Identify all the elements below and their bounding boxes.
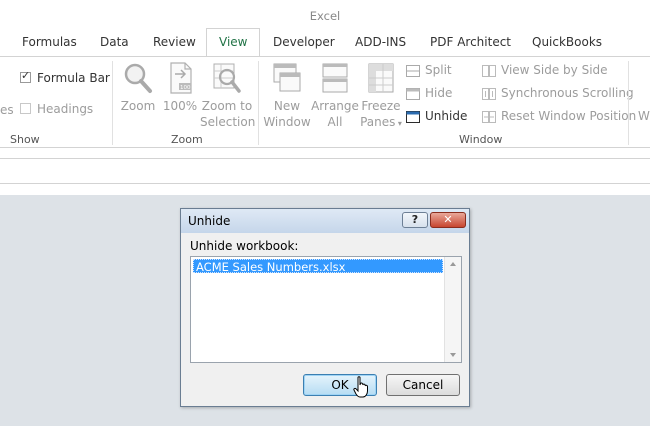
title-bar: Excel [0,0,650,28]
group-label-show: Show [10,133,40,146]
panes-label: Panes [360,115,396,129]
group-label-zoom: Zoom [171,133,203,146]
workbook-listbox[interactable]: ACME Sales Numbers.xlsx [190,256,462,363]
partial-gridlines-label: es [0,103,14,117]
formula-bar-label[interactable]: Formula Bar [37,71,110,85]
scroll-up-arrow-icon[interactable] [450,262,456,266]
side-by-side-icon [482,65,496,77]
dropdown-arrow-icon: ▾ [395,119,402,128]
dialog-title-bar[interactable]: Unhide ? ✕ [181,209,469,233]
arrange-all-icon [322,63,348,93]
tab-data[interactable]: Data [100,28,129,56]
new-window-button[interactable]: New Window [262,61,312,130]
view-side-by-side-button[interactable]: View Side by Side [501,63,608,77]
window-label: Window [263,115,311,129]
formula-bar-area [0,148,650,195]
zoom-selection-icon [213,63,241,93]
unhide-workbook-label: Unhide workbook: [190,239,299,253]
zoom-label: Zoom [120,99,156,113]
hand-cursor-icon [353,376,368,398]
partial-switch-windows-label: W [638,109,650,123]
zoom-100-icon: 100 [170,62,192,94]
formula-bar-checkbox[interactable] [20,69,31,83]
hide-button[interactable]: Hide [425,86,452,100]
tab-add-ins[interactable]: ADD-INS [355,28,406,56]
tab-pdf-architect[interactable]: PDF Architect [430,28,511,56]
freeze-panes-icon [368,63,394,93]
zoom-100-label: 100% [162,99,198,113]
list-item[interactable]: ACME Sales Numbers.xlsx [193,259,443,274]
zoom-to-label: Zoom to [201,99,253,113]
headings-label[interactable]: Headings [37,102,93,116]
headings-checkbox[interactable] [20,103,31,114]
group-label-window: Window [459,133,503,146]
all-label: All [327,115,343,129]
dialog-title: Unhide [188,214,231,228]
arrange-all-button[interactable]: Arrange All [311,61,359,130]
tab-quickbooks[interactable]: QuickBooks [532,28,602,56]
new-window-icon [273,63,301,92]
ribbon: es Formula Bar Headings Show Zoom 100 10… [0,56,650,148]
unhide-icon [406,111,420,123]
unhide-button[interactable]: Unhide [425,109,467,123]
sync-scroll-icon [482,88,496,100]
scroll-down-arrow-icon[interactable] [450,353,456,357]
freeze-panes-button[interactable]: Freeze Panes ▾ [358,61,404,132]
tab-developer[interactable]: Developer [273,28,335,56]
hide-icon [406,88,420,100]
unhide-dialog: Unhide ? ✕ Unhide workbook: ACME Sales N… [180,208,470,407]
svg-text:100: 100 [180,85,191,91]
split-button[interactable]: Split [425,63,452,77]
tab-review[interactable]: Review [153,28,196,56]
group-separator [628,61,629,145]
split-icon [406,65,420,77]
new-label: New [273,99,301,113]
reset-window-icon [482,111,496,123]
freeze-label: Freeze [361,99,401,113]
reset-window-position-button[interactable]: Reset Window Position [501,109,636,123]
group-separator [112,61,113,145]
magnifier-icon [124,63,152,93]
zoom-button[interactable]: Zoom [118,61,158,114]
ribbon-tabs: Formulas Data Review View Developer ADD-… [0,28,650,57]
synchronous-scrolling-button[interactable]: Synchronous Scrolling [501,86,634,100]
cancel-button[interactable]: Cancel [386,374,460,396]
listbox-scrollbar[interactable] [444,257,461,362]
zoom-to-selection-button[interactable]: Zoom to Selection [200,61,256,130]
tab-view[interactable]: View [206,28,261,57]
window-title: Excel [309,9,341,23]
tab-formulas[interactable]: Formulas [22,28,77,56]
help-button[interactable]: ? [402,212,428,228]
formula-bar[interactable] [0,158,650,184]
close-button[interactable]: ✕ [430,212,466,228]
group-separator [258,61,259,145]
zoom-100-button[interactable]: 100 100% [160,61,200,114]
selection-label: Selection [200,115,256,129]
arrange-label: Arrange [311,99,359,113]
